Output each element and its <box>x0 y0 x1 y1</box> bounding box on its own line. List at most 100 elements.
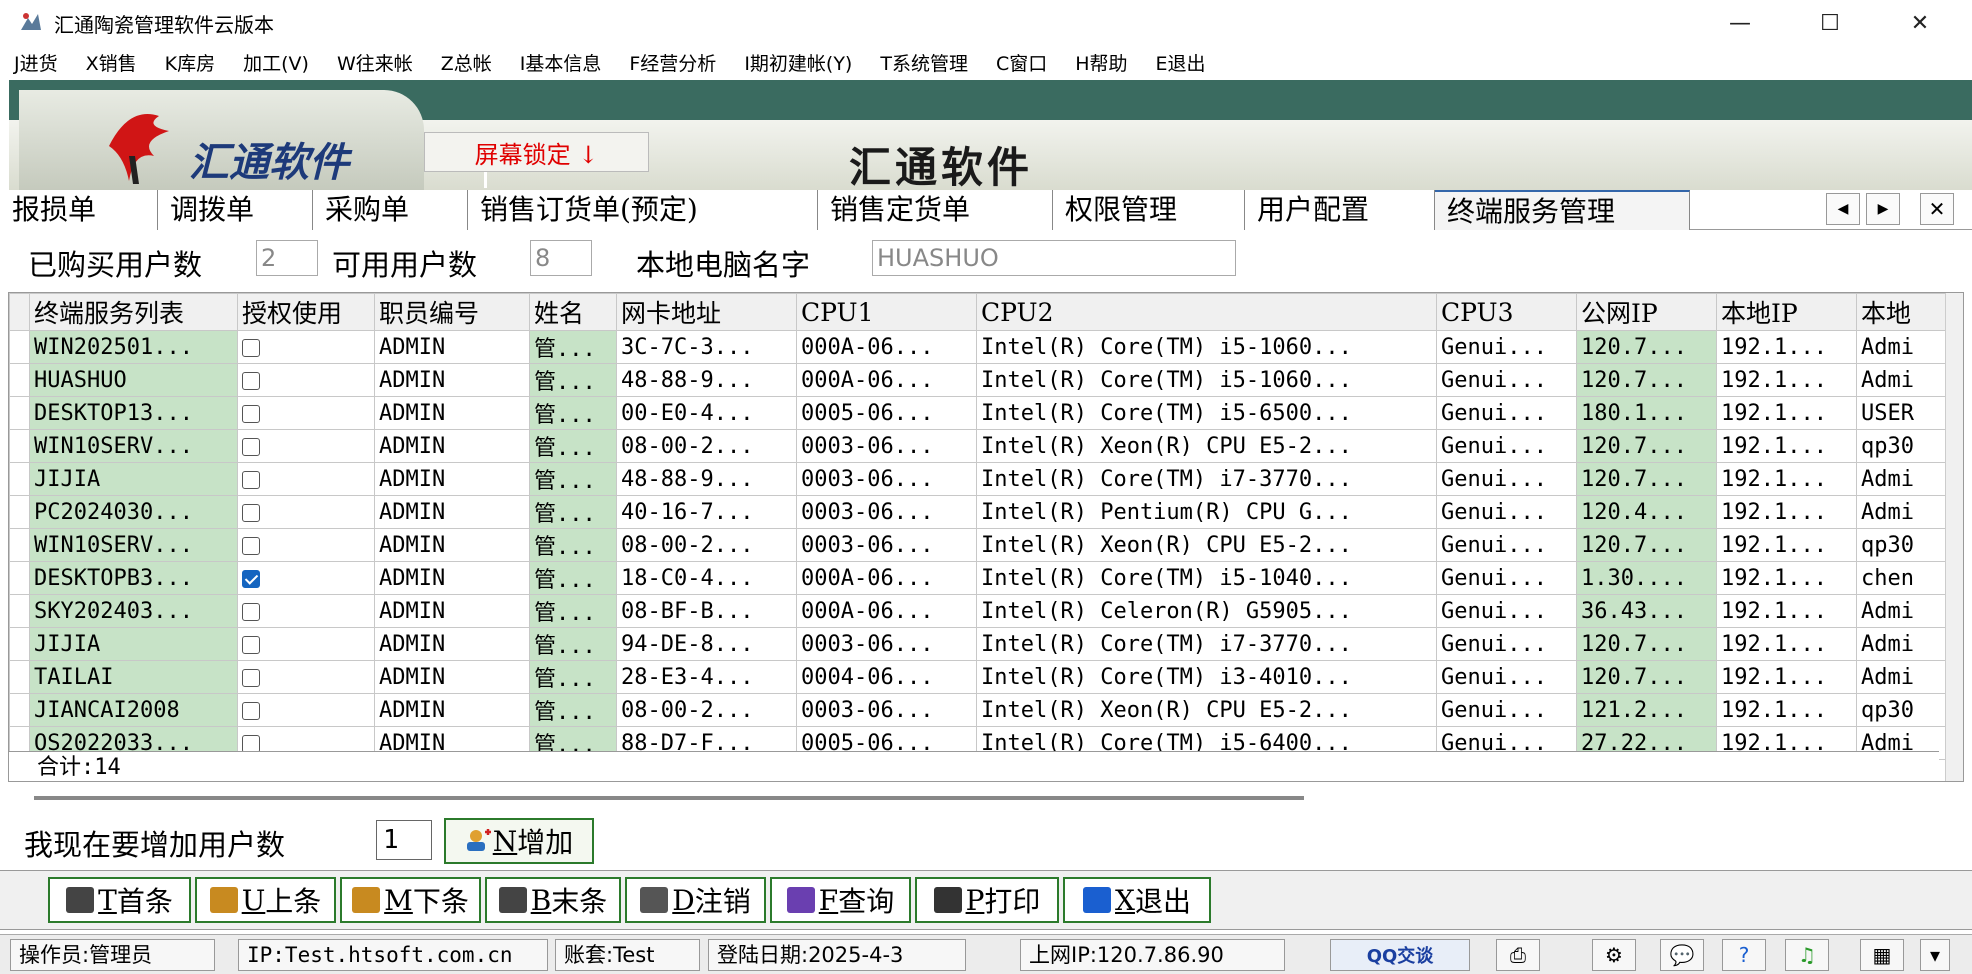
cell-cpu3[interactable]: Genui... <box>1436 561 1577 595</box>
cell-mac-address[interactable]: 08-00-2... <box>616 693 797 727</box>
cell-local-user[interactable]: Admi <box>1856 495 1947 529</box>
cell-mac-address[interactable]: 94-DE-8... <box>616 627 797 661</box>
cell-terminal-name[interactable]: PC2024030... <box>29 495 238 529</box>
purchased-users-field[interactable]: 2 <box>256 240 318 276</box>
cell-staff-id[interactable]: ADMIN <box>374 660 530 694</box>
cell-cpu2[interactable]: Intel(R) Core(TM) i5-1060... <box>976 330 1437 364</box>
authorized-checkbox[interactable] <box>242 470 260 489</box>
tab-sales-reservation[interactable]: 销售订货单(预定) <box>468 190 818 230</box>
menu-basic-info[interactable]: I基本信息 <box>520 49 602 76</box>
cell-public-ip[interactable]: 120.4... <box>1576 495 1717 529</box>
cell-local-ip[interactable]: 192.1... <box>1716 594 1857 628</box>
authorized-checkbox[interactable] <box>242 734 260 753</box>
column-header-cpu2[interactable]: CPU2 <box>976 293 1437 331</box>
cell-authorized[interactable] <box>237 462 375 496</box>
cell-cpu2[interactable]: Intel(R) Core(TM) i5-1060... <box>976 363 1437 397</box>
cell-local-user[interactable]: Admi <box>1856 594 1947 628</box>
cell-mac-address[interactable]: 18-C0-4... <box>616 561 797 595</box>
cell-local-user[interactable]: Admi <box>1856 330 1947 364</box>
vertical-scrollbar[interactable] <box>1945 293 1963 781</box>
cell-cpu3[interactable]: Genui... <box>1436 495 1577 529</box>
menu-ledger[interactable]: Z总帐 <box>441 49 492 76</box>
exit-button[interactable]: X 退出 <box>1063 877 1211 923</box>
cell-local-user[interactable]: USER <box>1856 396 1947 430</box>
menu-sales[interactable]: X销售 <box>86 49 137 76</box>
cell-mac-address[interactable]: 00-E0-4... <box>616 396 797 430</box>
next-record-button[interactable]: M 下条 <box>340 877 481 923</box>
column-header-cpu3[interactable]: CPU3 <box>1436 293 1577 331</box>
menu-system[interactable]: T系统管理 <box>880 49 968 76</box>
close-icon[interactable]: ✕ <box>1875 0 1965 46</box>
cell-staff-id[interactable]: ADMIN <box>374 561 530 595</box>
row-selector[interactable] <box>9 594 30 628</box>
cell-name[interactable]: 管... <box>529 528 617 562</box>
cell-cpu3[interactable]: Genui... <box>1436 396 1577 430</box>
minimize-icon[interactable]: — <box>1695 0 1785 46</box>
cell-cpu2[interactable]: Intel(R) Core(TM) i5-6500... <box>976 396 1437 430</box>
cell-authorized[interactable] <box>237 627 375 661</box>
column-header-local-ip[interactable]: 本地IP <box>1716 293 1857 331</box>
cell-cpu1[interactable]: 0003-06... <box>796 528 977 562</box>
cell-local-user[interactable]: qp30 <box>1856 693 1947 727</box>
menu-processing[interactable]: 加工(V) <box>243 49 309 76</box>
cell-cpu1[interactable]: 000A-06... <box>796 330 977 364</box>
cell-name[interactable]: 管... <box>529 396 617 430</box>
cell-cpu3[interactable]: Genui... <box>1436 528 1577 562</box>
cell-cpu1[interactable]: 0005-06... <box>796 396 977 430</box>
menu-help[interactable]: H帮助 <box>1075 49 1127 76</box>
printer-status-icon[interactable]: ⎙ <box>1496 939 1540 971</box>
cell-cpu2[interactable]: Intel(R) Xeon(R) CPU E5-2... <box>976 429 1437 463</box>
cell-staff-id[interactable]: ADMIN <box>374 528 530 562</box>
cell-local-ip[interactable]: 192.1... <box>1716 330 1857 364</box>
cell-public-ip[interactable]: 36.43... <box>1576 594 1717 628</box>
cell-authorized[interactable] <box>237 363 375 397</box>
cell-name[interactable]: 管... <box>529 627 617 661</box>
cell-terminal-name[interactable]: WIN202501... <box>29 330 238 364</box>
authorized-checkbox[interactable] <box>242 503 260 522</box>
row-selector[interactable] <box>9 627 30 661</box>
add-users-button[interactable]: N 增加 <box>444 818 594 864</box>
pc-name-field[interactable]: HUASHUO <box>872 240 1236 276</box>
tab-transfer[interactable]: 调拨单 <box>158 190 313 230</box>
authorized-checkbox[interactable] <box>242 635 260 654</box>
tab-scroll-right-icon[interactable]: ▶ <box>1866 193 1900 225</box>
cell-local-ip[interactable]: 192.1... <box>1716 363 1857 397</box>
cancel-record-button[interactable]: D 注销 <box>625 877 766 923</box>
table-row[interactable]: PC2024030... ADMIN 管... 40-16-7... 0003-06..… <box>9 495 1947 529</box>
row-selector[interactable] <box>9 660 30 694</box>
cell-mac-address[interactable]: 40-16-7... <box>616 495 797 529</box>
cell-mac-address[interactable]: 08-00-2... <box>616 429 797 463</box>
cell-authorized[interactable] <box>237 528 375 562</box>
cell-local-ip[interactable]: 192.1... <box>1716 561 1857 595</box>
cell-cpu3[interactable]: Genui... <box>1436 363 1577 397</box>
screen-lock-button[interactable]: 屏幕锁定 ↓ <box>424 132 649 172</box>
cell-terminal-name[interactable]: DESKTOP13... <box>29 396 238 430</box>
cell-authorized[interactable] <box>237 495 375 529</box>
cell-terminal-name[interactable]: TAILAI <box>29 660 238 694</box>
cell-cpu3[interactable]: Genui... <box>1436 693 1577 727</box>
column-header-staff-id[interactable]: 职员编号 <box>374 293 530 331</box>
row-selector[interactable] <box>9 462 30 496</box>
column-header-local-user[interactable]: 本地 <box>1856 293 1947 331</box>
cell-cpu3[interactable]: Genui... <box>1436 462 1577 496</box>
help-icon[interactable]: ? <box>1722 939 1766 971</box>
cell-cpu1[interactable]: 0003-06... <box>796 693 977 727</box>
cell-local-user[interactable]: qp30 <box>1856 429 1947 463</box>
authorized-checkbox[interactable] <box>242 668 260 687</box>
table-row[interactable]: WIN10SERV... ADMIN 管... 08-00-2... 0003-06..… <box>9 429 1947 463</box>
cell-local-user[interactable]: Admi <box>1856 363 1947 397</box>
authorized-checkbox[interactable] <box>242 602 260 621</box>
query-button[interactable]: F 查询 <box>770 877 911 923</box>
tab-permissions[interactable]: 权限管理 <box>1053 190 1245 230</box>
menu-warehouse[interactable]: K库房 <box>165 49 215 76</box>
table-row[interactable]: TAILAI ADMIN 管... 28-E3-4... 0004-06... Intel… <box>9 660 1947 694</box>
cell-cpu3[interactable]: Genui... <box>1436 660 1577 694</box>
cell-mac-address[interactable]: 28-E3-4... <box>616 660 797 694</box>
cell-mac-address[interactable]: 48-88-9... <box>616 363 797 397</box>
cell-staff-id[interactable]: ADMIN <box>374 594 530 628</box>
cell-cpu1[interactable]: 0003-06... <box>796 429 977 463</box>
tab-scroll-left-icon[interactable]: ◀ <box>1826 193 1860 225</box>
cell-local-ip[interactable]: 192.1... <box>1716 429 1857 463</box>
horizontal-scrollbar[interactable] <box>34 796 1304 800</box>
authorized-checkbox[interactable] <box>242 536 260 555</box>
